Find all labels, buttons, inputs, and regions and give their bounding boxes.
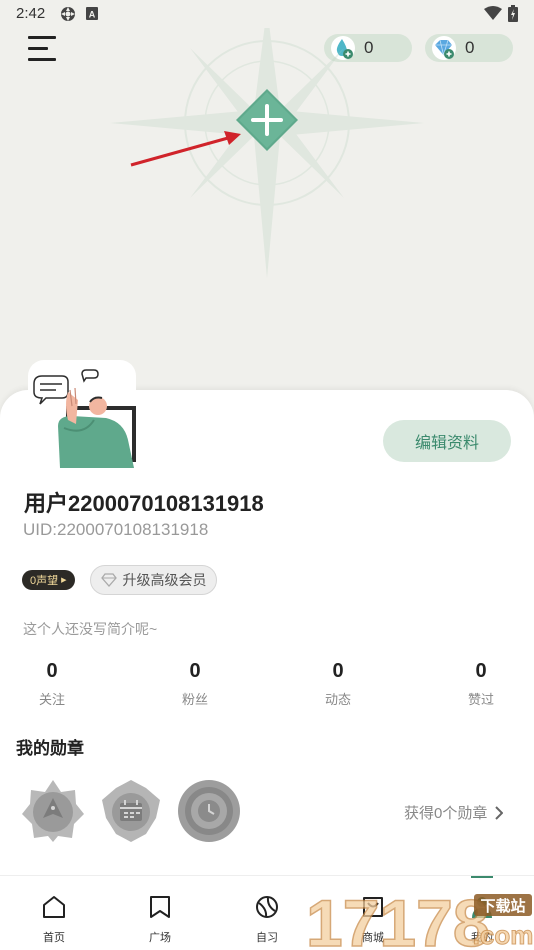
menu-icon[interactable] [28,36,58,62]
bottom-nav: 首页 广场 自习 商城 我的 [0,875,534,950]
app-a-status-icon: A [86,7,98,20]
nav-label: 首页 [43,932,65,944]
chevron-right-icon [495,805,504,820]
profile-icon [472,897,492,918]
nav-home[interactable]: 首页 [24,894,84,945]
profile-card: 编辑资料 用户2200070108131918 UID:220007010813… [0,390,534,950]
stat-value: 0 [46,660,58,682]
stat-label: 动态 [324,692,351,707]
stat-value: 0 [475,660,487,682]
avatar[interactable] [28,360,136,468]
stat-label: 赞过 [467,692,494,707]
red-arrow-annotation [130,131,241,167]
stat-value: 0 [332,660,344,682]
bio-text: 这个人还没写简介呢~ [23,621,158,637]
reputation-label: 0声望 [30,575,59,587]
stat-value: 0 [189,660,201,682]
nav-study[interactable]: 自习 [237,894,297,945]
svg-text:A: A [89,10,96,20]
medals-count-label: 获得0个勋章 [404,805,488,822]
battery-icon [508,5,518,22]
medals-count-link[interactable]: 获得0个勋章 [404,802,504,823]
stat-followers[interactable]: 0 粉丝 [155,660,235,708]
username: 用户2200070108131918 [24,491,264,516]
user-uid: UID:2200070108131918 [23,520,209,539]
edit-profile-button[interactable]: 编辑资料 [383,420,511,462]
stat-following[interactable]: 0 关注 [12,660,92,708]
nav-label: 我的 [471,932,493,944]
medals-title: 我的勋章 [16,739,84,758]
diamond-currency-pill[interactable]: 0 [425,34,513,62]
shop-icon [363,897,383,917]
nav-label: 自习 [256,932,278,944]
reputation-badge[interactable]: 0声望 ▶ [22,570,75,590]
nav-mine[interactable]: 我的 [452,894,512,945]
home-icon [43,896,65,918]
stat-posts[interactable]: 0 动态 [298,660,378,708]
diamond-plus-icon [432,36,456,60]
clock-medal-icon[interactable] [176,778,242,844]
planet-icon [256,896,278,918]
settings-gear-status-icon [61,7,75,21]
upgrade-vip-button[interactable]: 升级高级会员 [90,565,217,595]
stat-label: 关注 [38,692,65,707]
bird-medal-icon[interactable] [20,778,86,844]
stat-label: 粉丝 [181,692,208,707]
profile-header: 0 0 [0,28,534,408]
nav-label: 商城 [362,932,384,944]
upgrade-vip-label: 升级高级会员 [122,572,207,588]
status-bar: 2:42 A [0,0,534,28]
stats-row: 0 关注 0 粉丝 0 动态 0 赞过 [0,660,534,710]
diamond-outline-icon [100,573,117,587]
wifi-icon [484,6,502,20]
nav-label: 广场 [149,932,171,944]
status-time: 2:42 [16,5,46,22]
diamond-currency-value: 0 [465,38,475,57]
nav-square[interactable]: 广场 [130,894,190,945]
stat-likes[interactable]: 0 赞过 [441,660,521,708]
calendar-medal-icon[interactable] [98,778,164,844]
nav-active-indicator [471,876,493,878]
avatar-illustration [33,369,136,468]
book-icon [150,896,170,918]
caret-right-icon: ▶ [61,577,67,584]
nav-shop[interactable]: 商城 [343,894,403,945]
